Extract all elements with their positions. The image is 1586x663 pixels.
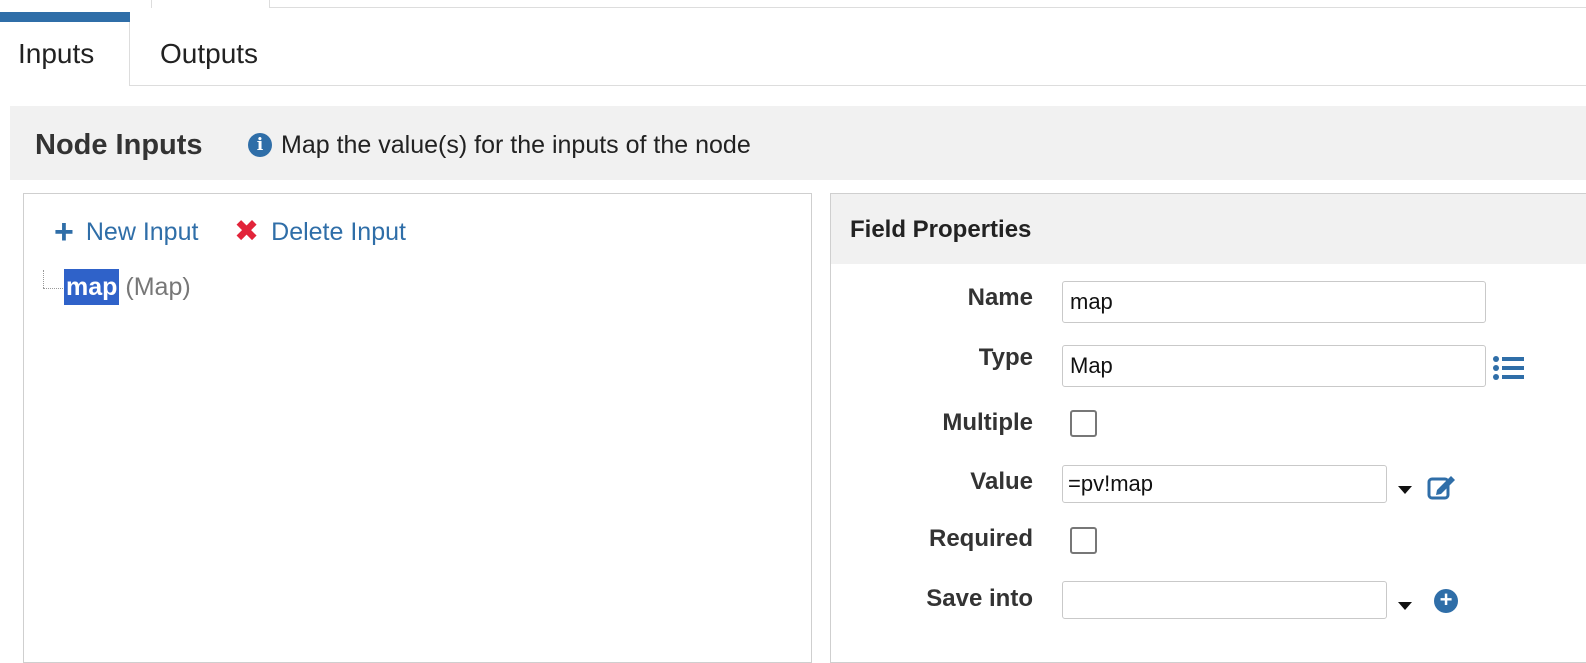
tree-node-name: map (64, 269, 120, 305)
required-checkbox[interactable] (1070, 527, 1097, 554)
list-icon[interactable] (1493, 355, 1525, 381)
field-properties-title: Field Properties (850, 216, 1032, 243)
tree-connector (43, 270, 44, 288)
new-input-label: New Input (85, 217, 199, 246)
tree-node-map[interactable]: map (Map) (64, 268, 191, 306)
tree-node-type: (Map) (125, 272, 191, 301)
type-label: Type (978, 344, 1033, 371)
add-circle-icon[interactable]: + (1434, 589, 1458, 613)
plus-icon: + (54, 213, 74, 251)
value-dropdown-caret-icon[interactable] (1398, 486, 1412, 494)
section-title: Node Inputs (35, 129, 203, 161)
tab-outputs[interactable]: Outputs (142, 22, 282, 86)
info-icon: i (248, 133, 272, 157)
new-input-button[interactable]: + New Input (54, 212, 198, 252)
save-into-dropdown-caret-icon[interactable] (1398, 602, 1412, 610)
delete-input-label: Delete Input (271, 217, 406, 246)
name-input[interactable] (1062, 281, 1486, 323)
edit-icon[interactable] (1427, 474, 1457, 500)
required-label: Required (928, 525, 1033, 552)
value-input[interactable] (1062, 465, 1387, 503)
type-input[interactable] (1062, 345, 1486, 387)
inputs-tree-panel: + New Input ✖ Delete Input map (Map) (23, 193, 812, 663)
multiple-label: Multiple (942, 409, 1033, 436)
save-into-label: Save into (926, 585, 1033, 612)
name-label: Name (967, 284, 1033, 311)
tab-inputs[interactable]: Inputs (0, 22, 130, 86)
node-inputs-header: Node Inputs i Map the value(s) for the i… (10, 106, 1586, 180)
upper-divider (269, 7, 1586, 8)
field-properties-panel: Field Properties Name Type Multiple Valu… (830, 193, 1586, 663)
tab-divider (130, 85, 1586, 86)
delete-x-icon: ✖ (234, 215, 260, 248)
multiple-checkbox[interactable] (1070, 410, 1097, 437)
field-properties-header: Field Properties (831, 194, 1586, 264)
value-label: Value (970, 468, 1033, 495)
upper-tab-border (151, 0, 152, 8)
section-hint: Map the value(s) for the inputs of the n… (281, 131, 751, 159)
tree-connector (43, 288, 63, 289)
save-into-input[interactable] (1062, 581, 1387, 619)
delete-input-button[interactable]: ✖ Delete Input (234, 212, 406, 252)
active-tab-indicator (0, 12, 130, 22)
